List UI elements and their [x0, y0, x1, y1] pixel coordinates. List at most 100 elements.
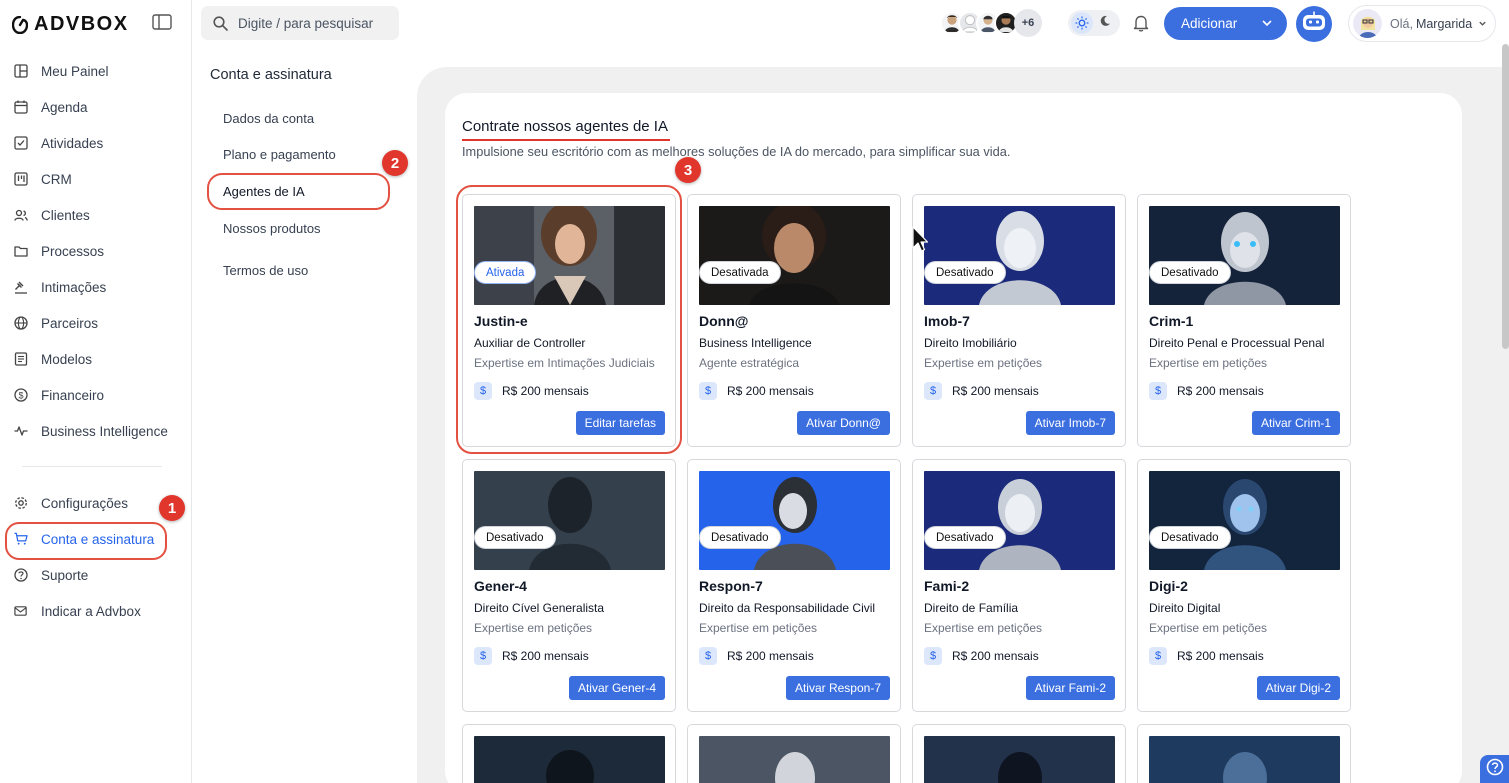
- agent-price: $ R$ 200 mensais: [1149, 647, 1264, 665]
- help-button[interactable]: [1480, 755, 1509, 783]
- agent-card-respon-7: Desativado Respon-7 Direito da Responsab…: [687, 459, 901, 712]
- submenu-item-termos-de-uso[interactable]: Termos de uso: [223, 263, 308, 278]
- sidebar-item-indicar[interactable]: Indicar a Advbox: [0, 593, 192, 629]
- status-badge: Desativado: [474, 526, 556, 549]
- sidebar-item-processos[interactable]: Processos: [0, 233, 192, 269]
- agent-name: Fami-2: [924, 578, 970, 594]
- avatars-more-count[interactable]: +6: [1014, 9, 1042, 37]
- agent-image: [1149, 736, 1340, 783]
- search-input[interactable]: Digite / para pesquisar: [201, 6, 399, 40]
- step-marker-2: 2: [382, 150, 408, 176]
- mail-icon: [14, 604, 28, 618]
- sidebar-item-parceiros[interactable]: Parceiros: [0, 305, 192, 341]
- document-icon: [14, 352, 28, 366]
- dollar-icon: $: [474, 382, 492, 400]
- submenu-item-dados-da-conta[interactable]: Dados da conta: [223, 111, 314, 126]
- agent-card-fami-2: Desativado Fami-2 Direito de Família Exp…: [912, 459, 1126, 712]
- activate-button[interactable]: Ativar Fami-2: [1025, 676, 1115, 700]
- submenu-title: Conta e assinatura: [210, 67, 332, 83]
- sidebar-item-intimacoes[interactable]: Intimações: [0, 269, 192, 305]
- sidebar-item-business-intelligence[interactable]: Business Intelligence: [0, 413, 192, 449]
- page-subtitle: Impulsione seu escritório com as melhore…: [462, 144, 1011, 159]
- agent-card-digi-2: Desativado Digi-2 Direito Digital Expert…: [1137, 459, 1351, 712]
- agent-role: Auxiliar de Controller: [474, 336, 586, 350]
- add-button[interactable]: Adicionar: [1164, 7, 1287, 40]
- brand-logo[interactable]: ADVBOX: [12, 13, 129, 36]
- main-nav: Meu Painel Agenda Atividades CRM Cliente…: [0, 53, 192, 449]
- sidebar-item-financeiro[interactable]: $ Financeiro: [0, 377, 192, 413]
- agent-role: Direito Penal e Processual Penal: [1149, 336, 1325, 350]
- chevron-down-icon: [1261, 17, 1273, 32]
- sidebar-item-agenda[interactable]: Agenda: [0, 89, 192, 125]
- activate-button[interactable]: Ativar Crim-1: [1251, 411, 1340, 435]
- agent-expertise: Expertise em petições: [924, 356, 1043, 370]
- status-badge: Desativado: [1149, 526, 1231, 549]
- agent-role: Direito Digital: [1149, 601, 1221, 615]
- gear-icon: [14, 496, 28, 510]
- submenu-item-plano-e-pagamento[interactable]: Plano e pagamento: [223, 147, 336, 162]
- user-menu[interactable]: Olá, Margarida: [1348, 5, 1496, 42]
- activate-button[interactable]: Ativar Gener-4: [568, 676, 665, 700]
- agent-price-label: R$ 200 mensais: [952, 649, 1039, 663]
- submenu-item-agentes-de-ia[interactable]: Agentes de IA: [223, 184, 305, 199]
- agent-price: $ R$ 200 mensais: [699, 647, 814, 665]
- activate-button[interactable]: Ativar Digi-2: [1256, 676, 1340, 700]
- sidebar-item-atividades[interactable]: Atividades: [0, 125, 192, 161]
- brand-name: ADVBOX: [34, 13, 129, 35]
- agent-price-label: R$ 200 mensais: [727, 649, 814, 663]
- agent-card-crim-1: Desativado Crim-1 Direito Penal e Proces…: [1137, 194, 1351, 447]
- agent-card: [462, 724, 676, 783]
- agent-name: Imob-7: [924, 313, 970, 329]
- dollar-icon: $: [699, 382, 717, 400]
- agent-expertise: Expertise em Intimações Judiciais: [474, 356, 655, 370]
- agent-role: Direito da Responsabilidade Civil: [699, 601, 876, 615]
- activate-button[interactable]: Ativar Donn@: [797, 411, 890, 435]
- agent-image: [699, 206, 890, 305]
- sidebar-item-suporte[interactable]: Suporte: [0, 557, 192, 593]
- submenu-item-nossos-produtos[interactable]: Nossos produtos: [223, 221, 321, 236]
- status-badge: Desativado: [924, 261, 1006, 284]
- sidebar-item-label: Agenda: [41, 99, 88, 115]
- sidebar-item-crm[interactable]: CRM: [0, 161, 192, 197]
- sidebar-item-label: Business Intelligence: [41, 423, 168, 439]
- dollar-icon: $: [1149, 647, 1167, 665]
- sidebar-item-label: Intimações: [41, 279, 107, 295]
- theme-toggle[interactable]: [1068, 10, 1120, 36]
- sidebar-item-conta-e-assinatura[interactable]: Conta e assinatura: [0, 521, 192, 557]
- status-badge: Desativado: [924, 526, 1006, 549]
- agent-role: Direito Cível Generalista: [474, 601, 605, 615]
- status-badge: Desativado: [699, 526, 781, 549]
- bell-icon[interactable]: [1133, 14, 1149, 37]
- dollar-icon: $: [1149, 382, 1167, 400]
- activate-button[interactable]: Ativar Imob-7: [1025, 411, 1115, 435]
- agent-name: Gener-4: [474, 578, 527, 594]
- agent-expertise: Expertise em petições: [924, 621, 1043, 635]
- sidebar-item-label: Atividades: [41, 135, 104, 151]
- agent-price-label: R$ 200 mensais: [1177, 384, 1264, 398]
- agent-name: Respon-7: [699, 578, 763, 594]
- sidebar-item-meu-painel[interactable]: Meu Painel: [0, 53, 192, 89]
- team-avatars[interactable]: +6: [940, 6, 1042, 40]
- page-title: Contrate nossos agentes de IA: [462, 118, 668, 135]
- sidebar-item-modelos[interactable]: Modelos: [0, 341, 192, 377]
- sidebar-toggle-icon[interactable]: [152, 14, 172, 35]
- scrollbar[interactable]: [1502, 44, 1509, 349]
- checkbox-icon: [14, 136, 28, 150]
- step-marker-1: 1: [159, 495, 185, 521]
- sidebar-item-clientes[interactable]: Clientes: [0, 197, 192, 233]
- svg-text:$: $: [18, 390, 23, 400]
- agent-card-justin-e: Ativada Justin-e Auxiliar de Controller …: [462, 194, 676, 447]
- agent-image: [474, 736, 665, 783]
- user-name: Margarida: [1415, 16, 1473, 31]
- sidebar-item-label: Parceiros: [41, 315, 99, 331]
- ai-bot-button[interactable]: [1296, 6, 1332, 42]
- agent-name: Donn@: [699, 313, 749, 329]
- agent-image: [474, 471, 665, 570]
- robot-icon: [1300, 10, 1328, 39]
- activate-button[interactable]: Ativar Respon-7: [785, 676, 890, 700]
- agent-price-label: R$ 200 mensais: [727, 384, 814, 398]
- sidebar-item-label: Indicar a Advbox: [41, 603, 141, 619]
- add-button-label: Adicionar: [1181, 16, 1238, 31]
- edit-tasks-button[interactable]: Editar tarefas: [575, 411, 665, 435]
- agent-expertise: Agente estratégica: [699, 356, 800, 370]
